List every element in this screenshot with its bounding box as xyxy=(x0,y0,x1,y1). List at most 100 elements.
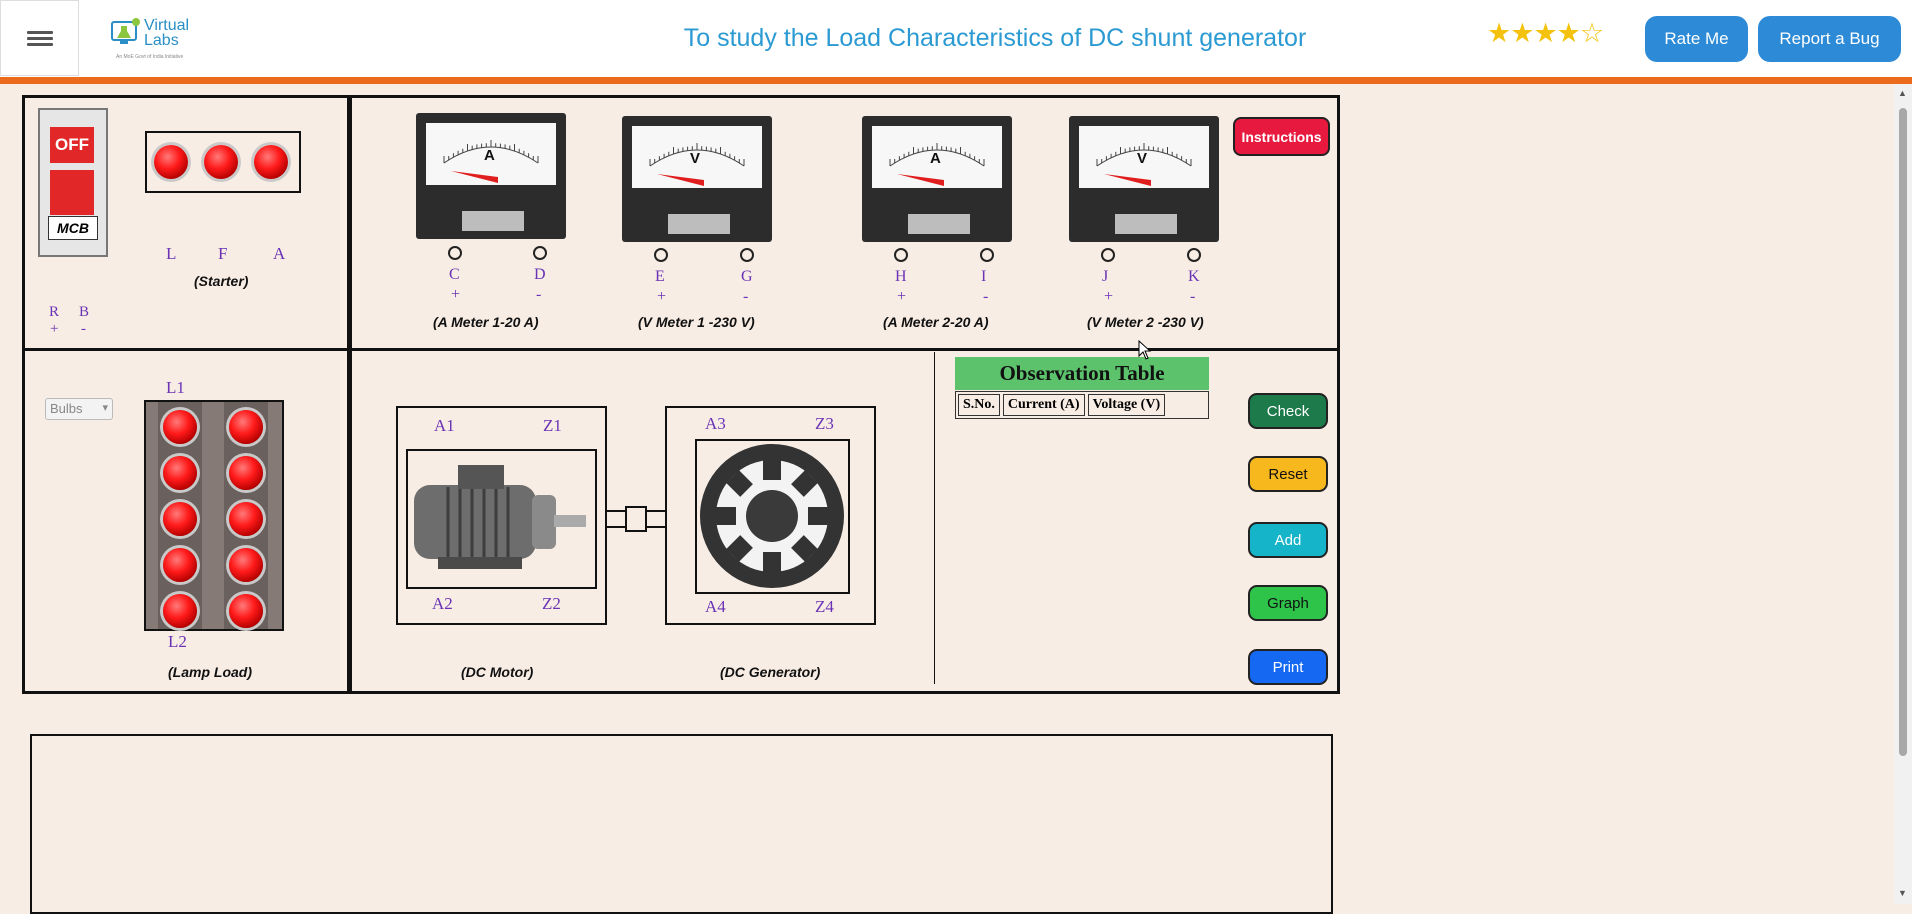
column-header: Voltage (V) xyxy=(1087,394,1166,416)
check-button[interactable]: Check xyxy=(1248,393,1328,429)
meter-caption: (A Meter 1-20 A) xyxy=(433,314,539,330)
vertical-scrollbar[interactable]: ▲ ▼ xyxy=(1894,84,1912,904)
motor-image-frame xyxy=(406,449,597,589)
meter-face: V xyxy=(632,126,762,188)
meter-polarity-label: + xyxy=(1104,288,1114,305)
mcb-lever[interactable] xyxy=(50,170,94,215)
motor-terminal-z2[interactable]: Z2 xyxy=(542,594,561,614)
print-button[interactable]: Print xyxy=(1248,649,1328,685)
lamp-bulb[interactable] xyxy=(229,456,263,490)
menu-button[interactable] xyxy=(0,0,79,76)
meter-polarity-label: + xyxy=(897,288,907,305)
lamp-bulb[interactable] xyxy=(163,502,197,536)
supply-terminal-r[interactable]: R xyxy=(49,304,59,321)
observation-table-title: Observation Table xyxy=(955,357,1209,390)
lamp-bulb[interactable] xyxy=(229,548,263,582)
generator-terminal-z4[interactable]: Z4 xyxy=(815,597,834,617)
virtual-labs-logo[interactable]: Virtual Labs An MoE Govt of India Initiat… xyxy=(108,14,203,62)
meter-terminal-label: J xyxy=(1102,268,1109,285)
scrollbar-thumb[interactable] xyxy=(1899,108,1907,756)
meter-terminal-point[interactable] xyxy=(654,248,668,262)
meter-terminal-point[interactable] xyxy=(1101,248,1115,262)
meter-terminal-point[interactable] xyxy=(740,248,754,262)
meter-adjust-knob xyxy=(668,214,730,234)
dc-generator-caption: (DC Generator) xyxy=(720,664,821,680)
supply-terminal-b[interactable]: B xyxy=(79,304,89,321)
star-icon[interactable]: ★ xyxy=(1533,18,1557,48)
meter-1: A xyxy=(416,113,566,239)
coupling-block xyxy=(625,506,647,532)
lamp-load-caption: (Lamp Load) xyxy=(168,664,252,680)
meter-symbol: A xyxy=(484,147,495,164)
flask-icon xyxy=(111,18,140,44)
reset-button[interactable]: Reset xyxy=(1248,456,1328,492)
starter-terminal-a[interactable]: A xyxy=(273,244,285,264)
meter-terminal-point[interactable] xyxy=(980,248,994,262)
dc-motor-box: A1 Z1 A2 Z2 xyxy=(396,406,607,625)
lamp-bulb[interactable] xyxy=(163,548,197,582)
star-icon[interactable]: ★ xyxy=(1557,18,1581,48)
indicator-bulb xyxy=(254,145,288,179)
observation-table: Observation Table S.No. Current (A) Volt… xyxy=(955,357,1209,419)
meter-4: V xyxy=(1069,116,1219,242)
scroll-up-icon[interactable]: ▲ xyxy=(1898,88,1907,98)
hamburger-icon xyxy=(26,28,53,49)
meter-polarity-label: + xyxy=(451,286,461,303)
bulbs-select-value: Bulbs xyxy=(50,401,83,416)
motor-terminal-z1[interactable]: Z1 xyxy=(543,416,562,436)
motor-terminal-a2[interactable]: A2 xyxy=(432,594,453,614)
lamp-bulb[interactable] xyxy=(163,410,197,444)
starter-terminal-l[interactable]: L xyxy=(166,244,176,264)
meter-terminal-label: H xyxy=(895,268,907,285)
lamp-terminal-l1[interactable]: L1 xyxy=(166,378,185,398)
star-outline-icon[interactable]: ☆ xyxy=(1580,18,1604,48)
instructions-button[interactable]: Instructions xyxy=(1233,117,1330,156)
meter-face: A xyxy=(426,123,556,185)
mcb-switch[interactable]: OFF MCB xyxy=(38,108,108,257)
meter-terminal-point[interactable] xyxy=(1187,248,1201,262)
rate-me-button[interactable]: Rate Me xyxy=(1645,16,1748,62)
meter-terminal-point[interactable] xyxy=(894,248,908,262)
lamp-bulb[interactable] xyxy=(163,594,197,628)
meter-adjust-knob xyxy=(908,214,970,234)
meter-caption: (A Meter 2-20 A) xyxy=(883,314,989,330)
dc-generator-box: A3 Z3 A4 Z4 xyxy=(665,406,876,625)
meter-face: V xyxy=(1079,126,1209,188)
meter-adjust-knob xyxy=(1115,214,1177,234)
starter-indicator-box xyxy=(145,131,301,193)
graph-output-area xyxy=(30,734,1333,914)
page-title: To study the Load Characteristics of DC … xyxy=(683,24,1307,52)
generator-terminal-a4[interactable]: A4 xyxy=(705,597,726,617)
lamp-bank xyxy=(144,400,284,631)
meter-terminal-label: D xyxy=(534,266,546,283)
lamp-bulb[interactable] xyxy=(163,456,197,490)
generator-terminal-z3[interactable]: Z3 xyxy=(815,414,834,434)
meter-symbol: A xyxy=(930,150,941,167)
star-icon[interactable]: ★ xyxy=(1487,18,1511,48)
meter-terminal-point[interactable] xyxy=(533,246,547,260)
scroll-down-icon[interactable]: ▼ xyxy=(1898,888,1907,898)
generator-icon xyxy=(700,444,844,588)
lamp-terminal-l2[interactable]: L2 xyxy=(168,632,187,652)
motor-terminal-a1[interactable]: A1 xyxy=(434,416,455,436)
starter-caption: (Starter) xyxy=(194,273,249,289)
star-icon[interactable]: ★ xyxy=(1510,18,1534,48)
meter-terminal-label: G xyxy=(741,268,753,285)
lamp-bulb[interactable] xyxy=(229,502,263,536)
meter-terminal-point[interactable] xyxy=(448,246,462,260)
meter-adjust-knob xyxy=(462,211,524,231)
meter-3: A xyxy=(862,116,1012,242)
meter-terminal-label: I xyxy=(981,268,987,285)
motor-icon xyxy=(414,465,586,569)
add-button[interactable]: Add xyxy=(1248,522,1328,558)
lamp-bulb[interactable] xyxy=(229,410,263,444)
graph-button[interactable]: Graph xyxy=(1248,585,1328,621)
meter-polarity-label: - xyxy=(536,286,542,303)
bulbs-select[interactable]: Bulbs ▾ xyxy=(45,398,113,420)
report-bug-button[interactable]: Report a Bug xyxy=(1758,16,1901,62)
supply-minus: - xyxy=(81,321,86,337)
lamp-bulb[interactable] xyxy=(229,594,263,628)
rating-stars[interactable]: ★★★★☆ xyxy=(1487,18,1604,49)
starter-terminal-f[interactable]: F xyxy=(218,244,227,264)
generator-terminal-a3[interactable]: A3 xyxy=(705,414,726,434)
